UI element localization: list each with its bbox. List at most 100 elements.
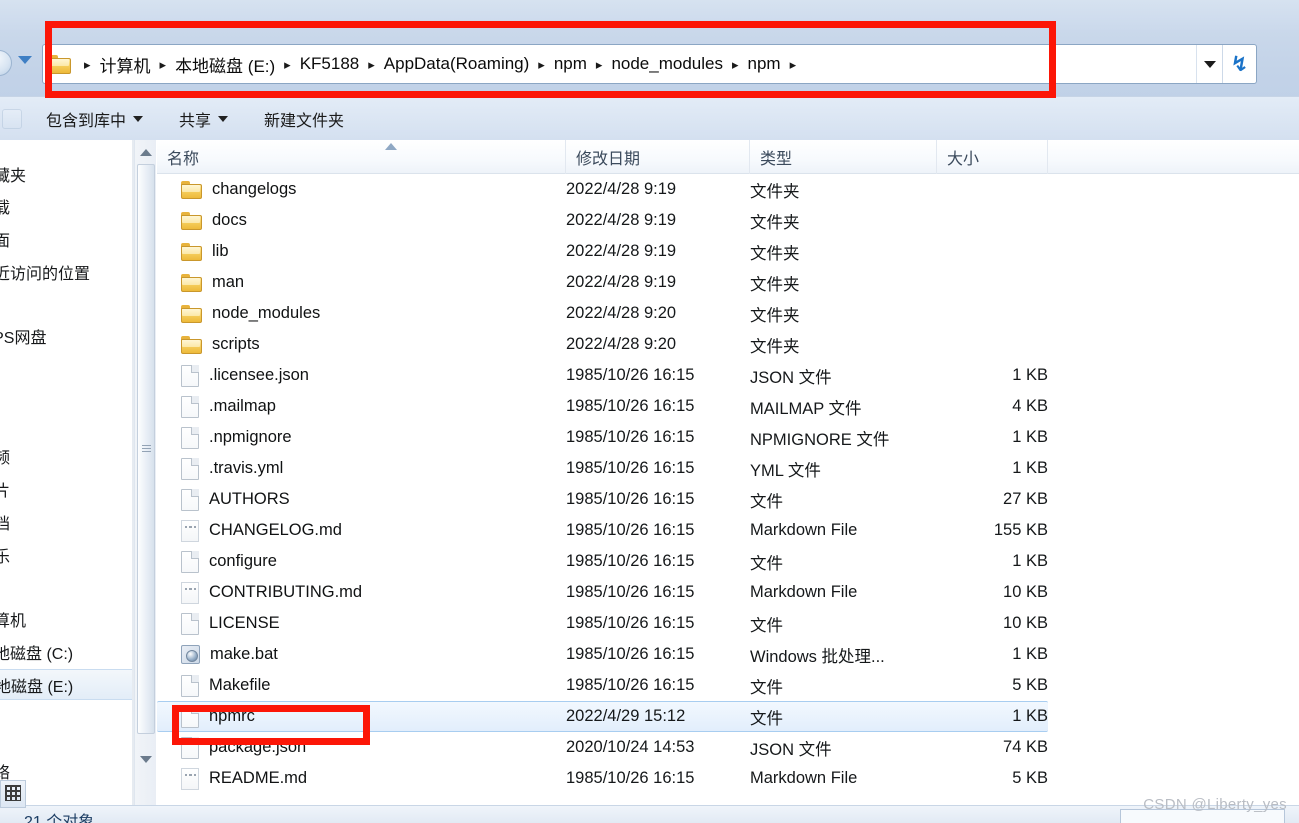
sidebar-item-4[interactable]: WPS网盘 — [0, 320, 132, 351]
sidebar-item-0[interactable]: 收藏夹 — [0, 158, 132, 189]
table-row[interactable]: npmrc 2022/4/29 15:12 文件 1 KB — [157, 701, 1048, 732]
organize-button[interactable] — [2, 108, 22, 129]
file-date-cell: 2022/4/28 9:19 — [566, 242, 677, 260]
table-row[interactable]: AUTHORS 1985/10/26 16:15 文件 27 KB — [157, 484, 1299, 515]
toolbar-item-share[interactable]: 共享 — [167, 103, 240, 135]
file-name-cell[interactable]: .mailmap — [157, 395, 567, 418]
refresh-button[interactable]: ↯ — [1222, 45, 1256, 83]
address-bar[interactable]: ▸ 计算机 ▸ 本地磁盘 (E:) ▸ KF5188 ▸ AppData(Roa… — [42, 44, 1257, 84]
file-name-label: Makefile — [209, 676, 271, 694]
sidebar-item-label: 收藏夹 — [0, 167, 27, 185]
file-type-cell: 文件 — [750, 678, 783, 697]
grid-icon — [5, 785, 21, 801]
breadcrumb-item-node-modules[interactable]: node_modules — [609, 52, 725, 76]
sidebar-item-6[interactable]: 视频 — [0, 440, 132, 471]
sidebar-item-12[interactable]: 本地磁盘 (E:) — [0, 669, 132, 700]
back-button[interactable] — [0, 50, 12, 76]
breadcrumb-item-npm-current[interactable]: npm — [746, 52, 783, 76]
sidebar-item-5[interactable]: Git — [0, 407, 132, 438]
toolbar-item-new-folder[interactable]: 新建文件夹 — [252, 103, 356, 135]
table-row[interactable]: .licensee.json 1985/10/26 16:15 JSON 文件 1 K… — [157, 360, 1299, 391]
table-row[interactable]: .travis.yml 1985/10/26 16:15 YML 文件 1 KB — [157, 453, 1299, 484]
address-bar-dropdown-button[interactable] — [1196, 45, 1222, 83]
table-row[interactable]: changelogs 2022/4/28 9:19 文件夹 — [157, 174, 1299, 205]
breadcrumb-separator: ▸ — [538, 56, 545, 72]
sidebar-item-1[interactable]: 下载 — [0, 190, 132, 221]
breadcrumb-item-npm[interactable]: npm — [552, 52, 589, 76]
scrollbar-thumb[interactable] — [137, 164, 155, 734]
file-name-cell[interactable]: Makefile — [157, 674, 567, 697]
file-type-cell: 文件夹 — [750, 275, 800, 294]
file-size-cell: 5 KB — [1012, 769, 1048, 787]
file-size-cell: 1 KB — [1012, 645, 1048, 663]
table-row[interactable]: README.md 1985/10/26 16:15 Markdown File 5 … — [157, 763, 1299, 794]
file-name-cell[interactable]: changelogs — [157, 180, 567, 199]
table-row[interactable]: node_modules 2022/4/28 9:20 文件夹 — [157, 298, 1299, 329]
file-type-cell: 文件 — [750, 492, 783, 511]
breadcrumb-item-kf5188[interactable]: KF5188 — [298, 52, 362, 76]
table-row[interactable]: docs 2022/4/28 9:19 文件夹 — [157, 205, 1299, 236]
toolbar-item-include-in-library[interactable]: 包含到库中 — [34, 103, 155, 135]
file-name-cell[interactable]: LICENSE — [157, 612, 567, 635]
file-date-cell: 2022/4/28 9:19 — [566, 211, 677, 229]
breadcrumb-item-appdata-roaming[interactable]: AppData(Roaming) — [382, 52, 532, 76]
file-name-label: configure — [209, 552, 277, 570]
table-row[interactable]: scripts 2022/4/28 9:20 文件夹 — [157, 329, 1299, 360]
file-name-cell[interactable]: make.bat — [157, 645, 567, 664]
file-name-cell[interactable]: man — [157, 273, 567, 292]
table-row[interactable]: .mailmap 1985/10/26 16:15 MAILMAP 文件 4 KB — [157, 391, 1299, 422]
table-row[interactable]: CONTRIBUTING.md 1985/10/26 16:15 Markdown … — [157, 577, 1299, 608]
column-header-2[interactable]: 类型 — [750, 140, 937, 174]
breadcrumb-item-local-disk-e[interactable]: 本地磁盘 (E:) — [173, 50, 277, 79]
file-type-cell: 文件夹 — [750, 213, 800, 232]
file-name-cell[interactable]: AUTHORS — [157, 488, 567, 511]
file-name-cell[interactable]: docs — [157, 211, 567, 230]
chevron-down-icon[interactable] — [18, 56, 32, 64]
navigation-back-forward-buttons[interactable] — [0, 48, 16, 78]
scroll-down-button[interactable] — [135, 749, 157, 769]
breadcrumb-separator: ▸ — [159, 56, 167, 72]
file-name-cell[interactable]: configure — [157, 550, 567, 573]
table-row[interactable]: man 2022/4/28 9:19 文件夹 — [157, 267, 1299, 298]
file-name-cell[interactable]: README.md — [157, 767, 567, 790]
sidebar-item-9[interactable]: 音乐 — [0, 539, 132, 570]
column-header-1[interactable]: 修改日期 — [566, 140, 750, 174]
file-name-cell[interactable]: CHANGELOG.md — [157, 519, 567, 542]
column-header-3[interactable]: 大小 — [937, 140, 1048, 174]
scroll-up-button[interactable] — [135, 142, 157, 162]
navigation-pane-scrollbar[interactable] — [134, 140, 156, 805]
breadcrumb-item-computer[interactable]: 计算机 — [98, 50, 153, 79]
file-name-cell[interactable]: lib — [157, 242, 567, 261]
details-pane-toggle[interactable] — [0, 780, 26, 808]
column-header-label: 名称 — [167, 151, 200, 168]
table-row[interactable]: lib 2022/4/28 9:19 文件夹 — [157, 236, 1299, 267]
file-name-label: scripts — [212, 335, 260, 353]
table-row[interactable]: LICENSE 1985/10/26 16:15 文件 10 KB — [157, 608, 1299, 639]
table-row[interactable]: .npmignore 1985/10/26 16:15 NPMIGNORE 文件 1 … — [157, 422, 1299, 453]
file-name-cell[interactable]: .npmignore — [157, 426, 567, 449]
file-date-cell: 1985/10/26 16:15 — [566, 645, 695, 663]
table-row[interactable]: configure 1985/10/26 16:15 文件 1 KB — [157, 546, 1299, 577]
file-name-cell[interactable]: npmrc — [157, 705, 567, 728]
sidebar-item-10[interactable]: 计算机 — [0, 603, 132, 634]
sidebar-item-7[interactable]: 图片 — [0, 473, 132, 504]
sidebar-item-11[interactable]: 本地磁盘 (C:) — [0, 636, 132, 667]
sidebar-item-label: WPS网盘 — [0, 329, 47, 347]
file-name-cell[interactable]: package.json — [157, 736, 567, 759]
breadcrumb[interactable]: ▸ 计算机 ▸ 本地磁盘 (E:) ▸ KF5188 ▸ AppData(Roa… — [73, 45, 1196, 83]
file-name-cell[interactable]: .licensee.json — [157, 364, 567, 387]
file-name-cell[interactable]: node_modules — [157, 304, 567, 323]
table-row[interactable]: make.bat 1985/10/26 16:15 Windows 批处理... 1 … — [157, 639, 1299, 670]
table-row[interactable]: CHANGELOG.md 1985/10/26 16:15 Markdown Fil… — [157, 515, 1299, 546]
table-row[interactable]: package.json 2020/10/24 14:53 JSON 文件 74 KB — [157, 732, 1299, 763]
table-row[interactable]: Makefile 1985/10/26 16:15 文件 5 KB — [157, 670, 1299, 701]
file-type-cell: JSON 文件 — [750, 368, 832, 387]
column-header-0[interactable]: 名称 — [157, 140, 566, 174]
file-name-cell[interactable]: CONTRIBUTING.md — [157, 581, 567, 604]
sidebar-item-3[interactable]: 最近访问的位置 — [0, 256, 132, 287]
file-size-cell: 10 KB — [1003, 583, 1048, 601]
sidebar-item-2[interactable]: 桌面 — [0, 223, 132, 254]
sidebar-item-8[interactable]: 文档 — [0, 506, 132, 537]
file-name-cell[interactable]: .travis.yml — [157, 457, 567, 480]
file-name-cell[interactable]: scripts — [157, 335, 567, 354]
